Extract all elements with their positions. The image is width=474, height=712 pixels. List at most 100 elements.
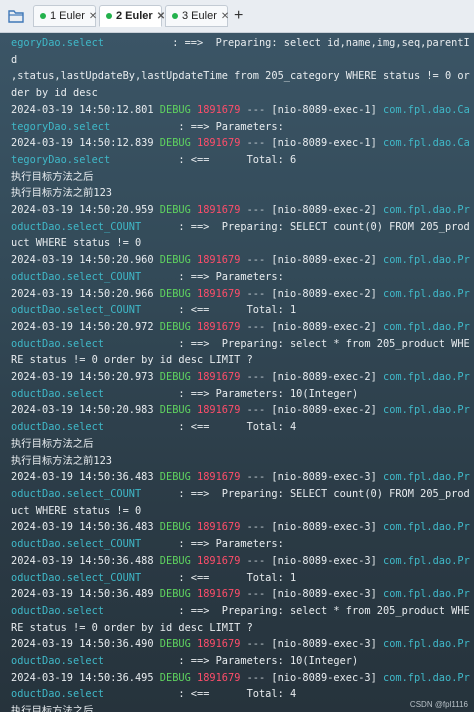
log-thread: [nio-8089-exec-3] bbox=[271, 588, 383, 601]
log-pid: 1891679 bbox=[197, 471, 241, 484]
log-message: 执行目标方法之前123 bbox=[11, 187, 112, 200]
log-message: 执行目标方法之后 bbox=[11, 170, 94, 183]
log-timestamp: 2024-03-19 14:50:20.960 bbox=[11, 254, 160, 267]
log-thread: [nio-8089-exec-2] bbox=[271, 404, 383, 417]
log-pid: 1891679 bbox=[197, 371, 241, 384]
log-message: : ==> Parameters: 10(Integer) bbox=[104, 655, 359, 668]
log-timestamp: 2024-03-19 14:50:12.839 bbox=[11, 137, 160, 150]
log-message: : ==> Parameters: bbox=[110, 120, 290, 133]
log-logger-name: egoryDao.select bbox=[11, 37, 104, 49]
log-timestamp: 2024-03-19 14:50:36.488 bbox=[11, 554, 160, 567]
log-pid: 1891679 bbox=[197, 320, 241, 333]
folder-icon[interactable] bbox=[4, 4, 28, 28]
log-message: 执行目标方法之后 bbox=[11, 705, 94, 712]
terminal-output[interactable]: egoryDao.select : ==> Preparing: select … bbox=[0, 33, 474, 712]
tab-3-euler[interactable]: 3 Euler ✕ bbox=[165, 5, 229, 27]
close-icon[interactable]: ✕ bbox=[89, 11, 97, 22]
log-line: 2024-03-19 14:50:36.483 DEBUG 1891679 --… bbox=[11, 469, 470, 519]
log-separator: --- bbox=[240, 671, 272, 684]
log-line: 2024-03-19 14:50:36.488 DEBUG 1891679 --… bbox=[11, 553, 470, 586]
tab-label: 1 Euler bbox=[50, 10, 85, 22]
log-thread: [nio-8089-exec-3] bbox=[271, 471, 383, 484]
log-line: 2024-03-19 14:50:20.973 DEBUG 1891679 --… bbox=[11, 369, 470, 402]
log-timestamp: 2024-03-19 14:50:20.966 bbox=[11, 287, 160, 300]
watermark: CSDN @fpl1116 bbox=[409, 700, 468, 709]
log-message: : ==> Parameters: 10(Integer) bbox=[104, 387, 359, 400]
tab-1-euler[interactable]: 1 Euler ✕ bbox=[33, 5, 97, 27]
log-level: DEBUG bbox=[159, 103, 197, 116]
log-pid: 1891679 bbox=[197, 554, 241, 567]
log-level: DEBUG bbox=[159, 671, 197, 684]
tab-2-euler[interactable]: 2 Euler ✕ bbox=[99, 5, 165, 27]
log-pid: 1891679 bbox=[197, 254, 241, 267]
log-separator: --- bbox=[240, 471, 272, 484]
log-level: DEBUG bbox=[159, 254, 197, 267]
log-line: egoryDao.select : ==> Preparing: select … bbox=[11, 35, 470, 68]
log-level: DEBUG bbox=[159, 588, 197, 601]
log-message: : <== Total: 4 bbox=[104, 688, 297, 701]
log-level: DEBUG bbox=[159, 471, 197, 484]
log-timestamp: 2024-03-19 14:50:20.959 bbox=[11, 204, 160, 217]
add-tab-plus-icon[interactable]: + bbox=[234, 7, 243, 25]
log-message: : <== Total: 1 bbox=[141, 304, 297, 317]
log-message: 执行目标方法之后 bbox=[11, 437, 94, 450]
log-separator: --- bbox=[240, 588, 272, 601]
status-dot-icon bbox=[106, 13, 112, 19]
log-separator: --- bbox=[240, 103, 272, 116]
log-pid: 1891679 bbox=[197, 671, 241, 684]
status-dot-icon bbox=[40, 13, 46, 19]
log-separator: --- bbox=[240, 320, 272, 333]
log-pid: 1891679 bbox=[197, 638, 241, 651]
log-level: DEBUG bbox=[159, 204, 197, 217]
log-timestamp: 2024-03-19 14:50:20.972 bbox=[11, 320, 160, 333]
log-thread: [nio-8089-exec-1] bbox=[271, 137, 383, 150]
log-thread: [nio-8089-exec-2] bbox=[271, 371, 383, 384]
log-message: ,status,lastUpdateBy,lastUpdateTime from… bbox=[11, 70, 470, 100]
tab-label: 2 Euler bbox=[116, 10, 153, 22]
log-thread: [nio-8089-exec-2] bbox=[271, 287, 383, 300]
log-message: : <== Total: 4 bbox=[104, 421, 297, 434]
log-thread: [nio-8089-exec-2] bbox=[271, 254, 383, 267]
log-timestamp: 2024-03-19 14:50:36.490 bbox=[11, 638, 160, 651]
log-thread: [nio-8089-exec-3] bbox=[271, 671, 383, 684]
log-line: 执行目标方法之后 bbox=[11, 703, 470, 712]
log-pid: 1891679 bbox=[197, 287, 241, 300]
status-dot-icon bbox=[172, 13, 178, 19]
log-line: 2024-03-19 14:50:20.966 DEBUG 1891679 --… bbox=[11, 286, 470, 319]
tab-label: 3 Euler bbox=[182, 10, 217, 22]
log-thread: [nio-8089-exec-2] bbox=[271, 320, 383, 333]
log-thread: [nio-8089-exec-3] bbox=[271, 521, 383, 534]
log-pid: 1891679 bbox=[197, 588, 241, 601]
log-level: DEBUG bbox=[159, 287, 197, 300]
log-console: egoryDao.select : ==> Preparing: select … bbox=[0, 33, 474, 712]
log-pid: 1891679 bbox=[197, 521, 241, 534]
log-level: DEBUG bbox=[159, 404, 197, 417]
log-thread: [nio-8089-exec-1] bbox=[271, 103, 383, 116]
log-pid: 1891679 bbox=[197, 137, 241, 150]
log-thread: [nio-8089-exec-2] bbox=[271, 204, 383, 217]
log-message: : <== Total: 1 bbox=[141, 571, 297, 584]
log-line: 2024-03-19 14:50:20.983 DEBUG 1891679 --… bbox=[11, 402, 470, 435]
log-timestamp: 2024-03-19 14:50:20.973 bbox=[11, 371, 160, 384]
log-separator: --- bbox=[240, 137, 272, 150]
log-line: 执行目标方法之后 bbox=[11, 436, 470, 453]
log-line: 2024-03-19 14:50:12.801 DEBUG 1891679 --… bbox=[11, 102, 470, 135]
close-icon[interactable]: ✕ bbox=[157, 11, 165, 22]
log-pid: 1891679 bbox=[197, 404, 241, 417]
log-level: DEBUG bbox=[159, 137, 197, 150]
close-icon[interactable]: ✕ bbox=[221, 11, 229, 22]
log-timestamp: 2024-03-19 14:50:36.483 bbox=[11, 471, 160, 484]
log-pid: 1891679 bbox=[197, 103, 241, 116]
log-line: 2024-03-19 14:50:36.483 DEBUG 1891679 --… bbox=[11, 519, 470, 552]
log-separator: --- bbox=[240, 554, 272, 567]
log-line: 2024-03-19 14:50:36.489 DEBUG 1891679 --… bbox=[11, 586, 470, 636]
log-separator: --- bbox=[240, 371, 272, 384]
log-timestamp: 2024-03-19 14:50:36.483 bbox=[11, 521, 160, 534]
log-separator: --- bbox=[240, 404, 272, 417]
log-line: ,status,lastUpdateBy,lastUpdateTime from… bbox=[11, 68, 470, 101]
log-line: 2024-03-19 14:50:36.490 DEBUG 1891679 --… bbox=[11, 636, 470, 669]
log-message: : ==> Parameters: bbox=[141, 538, 290, 551]
log-line: 2024-03-19 14:50:20.959 DEBUG 1891679 --… bbox=[11, 202, 470, 252]
log-timestamp: 2024-03-19 14:50:36.489 bbox=[11, 588, 160, 601]
log-timestamp: 2024-03-19 14:50:20.983 bbox=[11, 404, 160, 417]
